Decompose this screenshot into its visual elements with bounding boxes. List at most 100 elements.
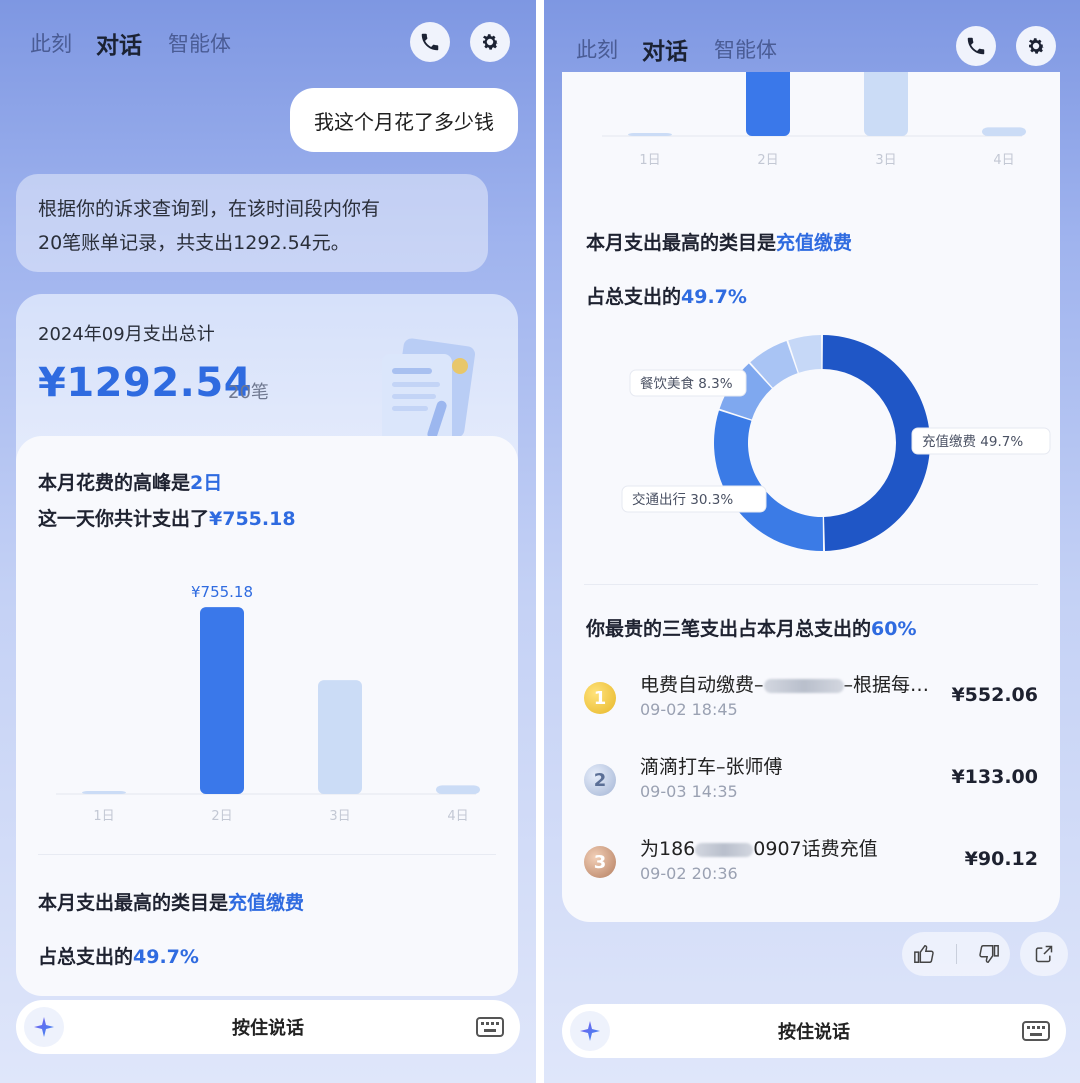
peak-day-prefix: 本月花费的高峰是 [38,472,191,494]
section-divider [38,854,496,855]
x-tick-label: 3日 [329,809,350,824]
top-category-share-prefix: 占总支出的 [38,946,134,968]
donut-slice-label: 充值缴费 49.7% [922,434,1023,450]
expense-time: 09-03 14:35 [640,782,738,801]
bar-4日 [982,127,1026,136]
donut-slice-label: 餐饮美食 8.3% [640,375,733,392]
section-divider [584,584,1038,585]
bar-3日 [318,680,362,794]
peak-amount-line: 这一天你共计支出了¥755.18 [38,504,296,531]
sparkle-icon [34,1017,54,1037]
settings-button[interactable] [1016,26,1056,66]
expense-time: 09-02 18:45 [640,700,738,719]
daily-spend-bar-chart: 1日 2日 ¥755.18 3日 4日 [56,583,480,824]
expense-title-part-b: 0907话费充值 [753,838,878,860]
user-message-bubble: 我这个月花了多少钱 [290,88,518,152]
x-tick-label: 1日 [93,809,114,824]
phone-call-button[interactable] [410,22,450,62]
top-category-share-line: 占总支出的49.7% [38,942,199,969]
bar-2日 [746,72,790,136]
summary-record-count: 20笔 [228,382,269,403]
hold-to-talk-label[interactable]: 按住说话 [778,1018,850,1044]
x-tick-label: 1日 [639,153,660,168]
category-donut-chart: 充值缴费 49.7% 交通出行 30.3% 餐饮美食 8.3% [621,335,1051,551]
x-tick-label: 4日 [447,809,468,824]
rank-medal-silver: 2 [584,764,616,796]
feedback-buttons [902,932,1010,976]
x-tick-label: 2日 [757,153,778,168]
expense-item-3[interactable]: 3 为186 0907话费充值 09-02 20:36 ¥90.12 [584,834,1038,894]
expense-item-2[interactable]: 2 滴滴打车–张师傅 09-03 14:35 ¥133.00 [584,752,1038,812]
thumbs-up-icon[interactable] [913,943,935,965]
tab-now[interactable]: 此刻 [30,28,72,58]
voice-input-bar[interactable]: 按住说话 [16,1000,520,1054]
peak-amount-prefix: 这一天你共计支出了 [38,508,210,530]
hold-to-talk-label[interactable]: 按住说话 [232,1014,304,1040]
top-category-prefix: 本月支出最高的类目是 [586,232,777,254]
bar-data-label: ¥755.18 [191,583,253,601]
bar-1日 [628,133,672,136]
ai-reply-bubble: 根据你的诉求查询到，在该时间段内你有 20笔账单记录，共支出1292.54元。 [16,174,488,272]
bar-2日 [200,607,244,794]
top3-share-line: 你最贵的三笔支出占本月总支出的60% [586,614,917,641]
tab-agents[interactable]: 智能体 [168,28,231,58]
top-category-share-value: 49.7% [681,286,747,308]
peak-amount-value: ¥755.18 [209,508,296,530]
rank-medal-bronze: 3 [584,846,616,878]
receipt-illustration-icon [382,338,476,444]
keyboard-icon[interactable] [1022,1020,1050,1042]
phone-icon [967,37,985,55]
spending-insight-card-scrolled: 1日 2日 3日 4日 本月支出最高的类目是充值缴费 占总支出的49.7% 充值缴费 … [562,72,1060,922]
daily-spend-bar-chart-clipped: 1日 2日 3日 4日 [602,72,1026,168]
top3-share-prefix: 你最贵的三笔支出占本月总支出的 [586,618,872,640]
thumbs-down-icon[interactable] [978,943,1000,965]
x-tick-label: 4日 [993,153,1014,168]
top-category-prefix: 本月支出最高的类目是 [38,892,229,914]
tab-agents[interactable]: 智能体 [714,34,777,64]
top-category-line: 本月支出最高的类目是充值缴费 [38,888,304,915]
rank-medal-gold: 1 [584,682,616,714]
spending-insight-card: 本月花费的高峰是2日 这一天你共计支出了¥755.18 1日 2日 ¥755.18 3… [16,436,518,996]
gear-icon [1028,38,1045,54]
expense-title: 滴滴打车–张师傅 [640,752,783,779]
ai-reply-line-1: 根据你的诉求查询到，在该时间段内你有 [38,198,381,220]
peak-day-value: 2日 [190,472,223,494]
phone-screen-right: 此刻 对话 智能体 1日 2日 3日 4日 本月支出最高的类目是充值缴费 占总支出的4… [544,0,1080,1083]
donut-slice-1 [713,410,824,551]
summary-total-amount: ¥1292.54 [38,360,253,406]
top-category-share-prefix: 占总支出的 [586,286,682,308]
top-category-share-value: 49.7% [133,946,199,968]
top3-share-value: 60% [871,618,917,640]
ai-reply-line-2: 20笔账单记录，共支出1292.54元。 [38,232,350,254]
sparkle-icon [580,1021,600,1041]
expense-title: 电费自动缴费– –根据每… [640,670,929,697]
expense-amount: ¥90.12 [964,848,1038,870]
settings-button[interactable] [470,22,510,62]
top-nav: 此刻 对话 智能体 [0,22,536,62]
phone-screen-left: 此刻 对话 智能体 我这个月花了多少钱 根据你的诉求查询到，在该时间段内你有 2… [0,0,536,1083]
tab-chat[interactable]: 对话 [96,26,142,60]
top-category-line: 本月支出最高的类目是充值缴费 [586,228,852,255]
voice-input-bar[interactable]: 按住说话 [562,1004,1066,1058]
top-category-share-line: 占总支出的49.7% [586,282,747,309]
expense-amount: ¥133.00 [951,766,1038,788]
expense-item-1[interactable]: 1 电费自动缴费– –根据每… 09-02 18:45 ¥552.06 [584,670,1038,730]
top-nav: 此刻 对话 智能体 [544,22,1080,66]
phone-icon [421,33,439,51]
expense-amount: ¥552.06 [951,684,1038,706]
feedback-divider [955,944,957,964]
share-button[interactable] [1020,932,1068,976]
assistant-spark-button[interactable] [24,1007,64,1047]
redacted-text [695,842,754,857]
tab-chat[interactable]: 对话 [642,32,688,66]
assistant-spark-button[interactable] [570,1011,610,1051]
keyboard-icon[interactable] [476,1016,504,1038]
phone-call-button[interactable] [956,26,996,66]
expense-title-part-a: 电费自动缴费– [640,674,764,696]
top-category-value: 充值缴费 [776,232,853,254]
top-category-value: 充值缴费 [228,892,305,914]
x-tick-label: 2日 [211,809,232,824]
gear-icon [482,34,499,50]
bar-3日 [864,72,908,136]
tab-now[interactable]: 此刻 [576,34,618,64]
